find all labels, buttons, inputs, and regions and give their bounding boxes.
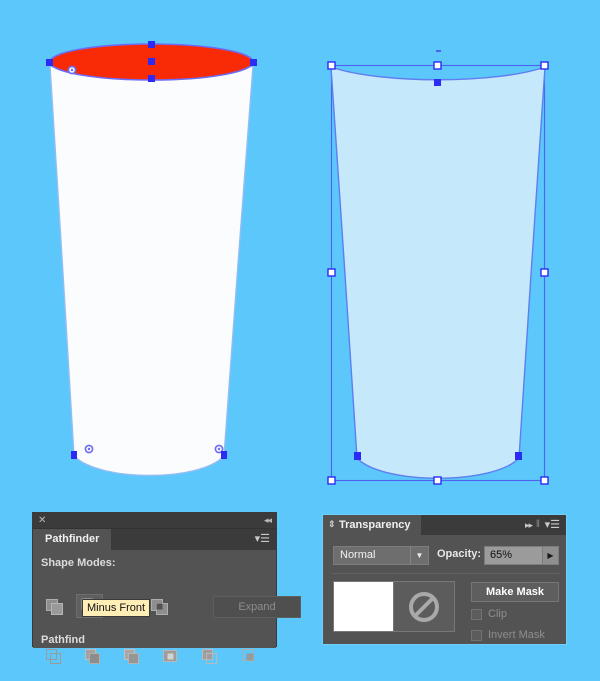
- pathfinder-panel[interactable]: ✕ ◂◂ Pathfinder ▾☰ Shape Modes: Expand P…: [32, 512, 301, 664]
- transparency-tabrow: ⇕ Transparency ▸▸ ‖ ▾☰: [323, 515, 566, 535]
- close-icon[interactable]: ✕: [38, 514, 46, 527]
- right-artwork-group[interactable]: [327, 50, 549, 485]
- cup-body-right[interactable]: [330, 65, 546, 479]
- expand-button[interactable]: Expand: [213, 596, 301, 618]
- screenshot-root: ✕ ◂◂ Pathfinder ▾☰ Shape Modes: Expand P…: [0, 0, 600, 681]
- invert-mask-checkbox[interactable]: [471, 630, 482, 641]
- cup-body-left[interactable]: [49, 65, 254, 477]
- divider: [331, 573, 560, 574]
- transparency-panel[interactable]: ⇕ Transparency ▸▸ ‖ ▾☰ Normal ▼ Opacity:…: [322, 514, 567, 645]
- tab-transparency-label: Transparency: [339, 519, 411, 531]
- opacity-label: Opacity:: [437, 548, 482, 560]
- opacity-slider-arrow-icon[interactable]: ▶: [542, 547, 558, 564]
- left-artwork-group[interactable]: [46, 41, 257, 477]
- clip-checkbox[interactable]: [471, 609, 482, 620]
- shape-mode-unite-button[interactable]: [41, 594, 68, 618]
- pathfinders-label: Pathfind: [41, 634, 85, 646]
- merge-icon: [124, 649, 139, 664]
- object-thumbnail[interactable]: [334, 582, 394, 631]
- panel-menu-icon[interactable]: ▾☰: [255, 533, 270, 545]
- pathfinder-divide-button[interactable]: [41, 646, 68, 670]
- pathfinder-body: Shape Modes: Expand Pathfind: [33, 550, 301, 664]
- divide-icon: [46, 649, 61, 664]
- tab-transparency[interactable]: ⇕ Transparency: [323, 515, 421, 535]
- separator-icon: ‖: [535, 519, 540, 530]
- pathfinder-trim-button[interactable]: [80, 646, 107, 670]
- tab-dock-icon: ⇕: [328, 519, 336, 529]
- opacity-input[interactable]: 65% ▶: [484, 546, 559, 565]
- pathfinder-merge-button[interactable]: [119, 646, 146, 670]
- trim-icon: [85, 649, 100, 664]
- minus-back-icon: [242, 649, 254, 661]
- minus-front-tooltip: Minus Front: [82, 599, 151, 617]
- pathfinder-titlebar: ✕ ◂◂: [33, 513, 276, 529]
- outline-icon: [202, 649, 217, 664]
- transparency-body: Normal ▼ Opacity: 65% ▶ Make Mask Clip I…: [323, 535, 566, 644]
- crop-icon: [163, 650, 177, 662]
- pathfinder-minus-back-button[interactable]: [236, 646, 263, 670]
- blend-mode-select[interactable]: Normal ▼: [333, 546, 429, 565]
- thumbnail-group[interactable]: [333, 581, 455, 632]
- make-mask-button[interactable]: Make Mask: [471, 582, 559, 602]
- panel-menu-icon[interactable]: ▾☰: [545, 519, 560, 531]
- clip-label: Clip: [488, 608, 507, 620]
- shape-modes-label: Shape Modes:: [41, 557, 116, 569]
- unite-icon: [46, 599, 63, 615]
- collapse-icon[interactable]: ◂◂: [264, 514, 272, 527]
- blend-mode-value: Normal: [340, 549, 376, 561]
- opacity-value: 65%: [490, 549, 513, 561]
- tab-pathfinder[interactable]: Pathfinder: [33, 529, 112, 550]
- mask-thumbnail[interactable]: [394, 582, 454, 631]
- pathfinder-crop-button[interactable]: [158, 646, 185, 670]
- no-mask-icon: [409, 592, 439, 622]
- pathfinder-outline-button[interactable]: [197, 646, 224, 670]
- bbox-center-tick: [436, 50, 441, 52]
- pathfinder-tabrow: Pathfinder ▾☰: [33, 529, 276, 550]
- invert-mask-label: Invert Mask: [488, 629, 545, 641]
- chevron-down-icon[interactable]: ▼: [410, 547, 428, 564]
- expand-panel-icon[interactable]: ▸▸: [525, 519, 533, 531]
